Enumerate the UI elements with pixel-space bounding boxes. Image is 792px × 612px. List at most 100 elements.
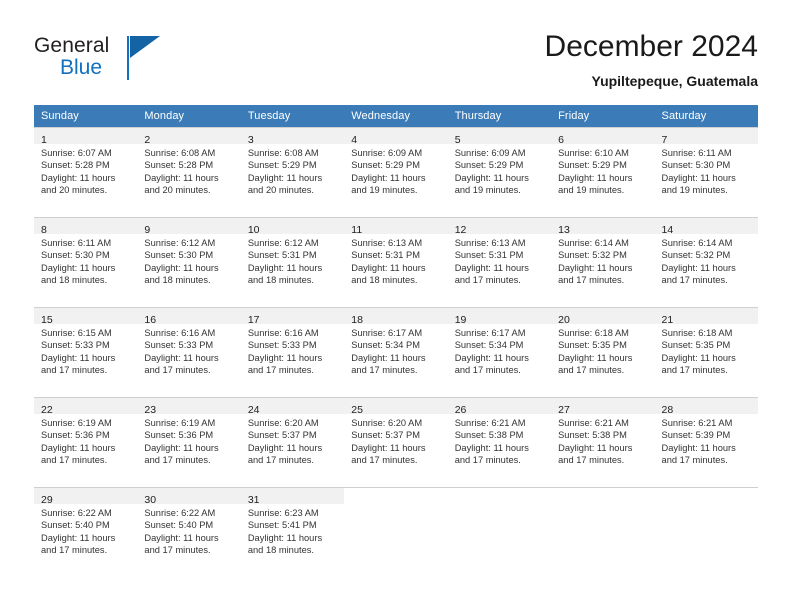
day-cell[interactable]: 23 Sunrise: 6:19 AM Sunset: 5:36 PM Dayligh… xyxy=(137,397,241,487)
weekday-header-friday: Friday xyxy=(551,105,655,127)
weekday-header-monday: Monday xyxy=(137,105,241,127)
day-sun-info: Sunrise: 6:21 AM Sunset: 5:38 PM Daylight:… xyxy=(551,414,654,467)
day-number-band: 12 xyxy=(447,218,552,236)
daylight-text-line1: Daylight: 11 hours xyxy=(351,442,426,453)
sunset-text: Sunset: 5:32 PM xyxy=(558,250,627,261)
sunrise-text: Sunrise: 6:22 AM xyxy=(144,508,216,518)
day-cell[interactable]: 18 Sunrise: 6:17 AM Sunset: 5:34 PM Dayligh… xyxy=(344,307,448,397)
day-cell[interactable]: 17 Sunrise: 6:16 AM Sunset: 5:33 PM Dayligh… xyxy=(240,307,345,397)
day-number-band: 26 xyxy=(447,398,552,416)
day-sun-info: Sunrise: 6:23 AM Sunset: 5:41 PM Daylight:… xyxy=(241,504,344,557)
calendar-cell xyxy=(654,487,758,577)
daylight-text-line2: and 18 minutes. xyxy=(247,545,314,556)
day-cell[interactable]: 22 Sunrise: 6:19 AM Sunset: 5:36 PM Dayligh… xyxy=(34,397,138,487)
day-cell[interactable]: 14 Sunrise: 6:14 AM Sunset: 5:32 PM Dayligh… xyxy=(654,217,758,307)
weekday-header-tuesday: Tuesday xyxy=(240,105,345,127)
day-number: 6 xyxy=(558,134,564,146)
sunrise-text: Sunrise: 6:14 AM xyxy=(661,238,733,248)
sunset-text: Sunset: 5:28 PM xyxy=(41,160,110,171)
day-cell[interactable]: 25 Sunrise: 6:20 AM Sunset: 5:37 PM Dayligh… xyxy=(344,397,448,487)
sunrise-text: Sunrise: 6:12 AM xyxy=(247,238,319,248)
daylight-text-line1: Daylight: 11 hours xyxy=(661,442,736,453)
day-cell[interactable]: 30 Sunrise: 6:22 AM Sunset: 5:40 PM Dayligh… xyxy=(137,487,241,577)
calendar-cell: 20 Sunrise: 6:18 AM Sunset: 5:35 PM Dayligh… xyxy=(551,307,655,397)
day-cell[interactable]: 20 Sunrise: 6:18 AM Sunset: 5:35 PM Dayligh… xyxy=(551,307,655,397)
day-cell[interactable]: 13 Sunrise: 6:14 AM Sunset: 5:32 PM Dayligh… xyxy=(551,217,655,307)
day-number-band: 25 xyxy=(344,398,448,416)
day-cell[interactable]: 15 Sunrise: 6:15 AM Sunset: 5:33 PM Dayligh… xyxy=(34,307,138,397)
calendar-week-row: 15 Sunrise: 6:15 AM Sunset: 5:33 PM Dayligh… xyxy=(34,307,758,397)
day-cell[interactable]: 21 Sunrise: 6:18 AM Sunset: 5:35 PM Dayligh… xyxy=(654,307,758,397)
day-cell[interactable]: 12 Sunrise: 6:13 AM Sunset: 5:31 PM Dayligh… xyxy=(447,217,552,307)
day-sun-info: Sunrise: 6:12 AM Sunset: 5:31 PM Daylight:… xyxy=(241,234,344,287)
logo-vertical-bar xyxy=(127,36,129,80)
daylight-text-line1: Daylight: 11 hours xyxy=(41,352,116,363)
calendar-cell: 30 Sunrise: 6:22 AM Sunset: 5:40 PM Dayligh… xyxy=(137,487,241,577)
daylight-text-line2: and 20 minutes. xyxy=(247,185,314,196)
day-cell[interactable]: 2 Sunrise: 6:08 AM Sunset: 5:28 PM Daylight… xyxy=(137,127,241,217)
calendar-cell: 8 Sunrise: 6:11 AM Sunset: 5:30 PM Daylight… xyxy=(34,217,138,307)
day-cell[interactable]: 7 Sunrise: 6:11 AM Sunset: 5:30 PM Daylight… xyxy=(654,127,758,217)
day-cell[interactable]: 3 Sunrise: 6:08 AM Sunset: 5:29 PM Daylight… xyxy=(240,127,345,217)
daylight-text-line2: and 17 minutes. xyxy=(41,455,108,466)
day-cell[interactable]: 11 Sunrise: 6:13 AM Sunset: 5:31 PM Dayligh… xyxy=(344,217,448,307)
sunrise-text: Sunrise: 6:09 AM xyxy=(351,148,423,158)
day-number-band: 13 xyxy=(551,218,655,236)
daylight-text-line1: Daylight: 11 hours xyxy=(144,442,219,453)
day-cell[interactable]: 26 Sunrise: 6:21 AM Sunset: 5:38 PM Dayligh… xyxy=(447,397,552,487)
calendar-cell: 19 Sunrise: 6:17 AM Sunset: 5:34 PM Dayligh… xyxy=(447,307,552,397)
daylight-text-line1: Daylight: 11 hours xyxy=(454,442,529,453)
day-number-band: 19 xyxy=(447,308,552,326)
day-number-band: 18 xyxy=(344,308,448,326)
day-number: 28 xyxy=(661,404,674,416)
page-subtitle: Yupiltepeque, Guatemala xyxy=(591,73,759,89)
day-cell[interactable]: 27 Sunrise: 6:21 AM Sunset: 5:38 PM Dayligh… xyxy=(551,397,655,487)
day-cell[interactable]: 28 Sunrise: 6:21 AM Sunset: 5:39 PM Dayligh… xyxy=(654,397,758,487)
daylight-text-line2: and 18 minutes. xyxy=(351,275,418,286)
day-cell[interactable]: 1 Sunrise: 6:07 AM Sunset: 5:28 PM Daylight… xyxy=(34,127,138,217)
sunrise-text: Sunrise: 6:08 AM xyxy=(144,148,216,158)
day-number: 16 xyxy=(144,314,157,326)
day-cell[interactable]: 8 Sunrise: 6:11 AM Sunset: 5:30 PM Daylight… xyxy=(34,217,138,307)
day-cell[interactable]: 6 Sunrise: 6:10 AM Sunset: 5:29 PM Daylight… xyxy=(551,127,655,217)
day-cell[interactable]: 16 Sunrise: 6:16 AM Sunset: 5:33 PM Dayligh… xyxy=(137,307,241,397)
calendar-cell: 1 Sunrise: 6:07 AM Sunset: 5:28 PM Daylight… xyxy=(34,127,138,217)
sunset-text: Sunset: 5:31 PM xyxy=(454,250,524,261)
day-number-band: 23 xyxy=(137,398,241,416)
day-cell[interactable]: 5 Sunrise: 6:09 AM Sunset: 5:29 PM Daylight… xyxy=(447,127,552,217)
calendar-week-row: 29 Sunrise: 6:22 AM Sunset: 5:40 PM Dayligh… xyxy=(34,487,758,577)
daylight-text-line1: Daylight: 11 hours xyxy=(661,172,736,183)
daylight-text-line1: Daylight: 11 hours xyxy=(661,262,736,273)
day-sun-info: Sunrise: 6:22 AM Sunset: 5:40 PM Daylight:… xyxy=(34,504,137,557)
sunrise-text: Sunrise: 6:21 AM xyxy=(661,418,733,428)
day-sun-info: Sunrise: 6:07 AM Sunset: 5:28 PM Daylight:… xyxy=(34,144,137,197)
daylight-text-line1: Daylight: 11 hours xyxy=(247,172,323,183)
calendar-cell: 17 Sunrise: 6:16 AM Sunset: 5:33 PM Dayligh… xyxy=(240,307,345,397)
day-number: 25 xyxy=(351,404,363,416)
generalblue-logo[interactable]: General Blue xyxy=(34,34,174,90)
day-cell[interactable]: 19 Sunrise: 6:17 AM Sunset: 5:34 PM Dayligh… xyxy=(447,307,552,397)
sunset-text: Sunset: 5:37 PM xyxy=(351,430,420,441)
day-number: 7 xyxy=(661,134,668,146)
calendar-cell: 24 Sunrise: 6:20 AM Sunset: 5:37 PM Dayligh… xyxy=(240,397,345,487)
day-cell[interactable]: 29 Sunrise: 6:22 AM Sunset: 5:40 PM Dayligh… xyxy=(34,487,138,577)
sunset-text: Sunset: 5:34 PM xyxy=(454,340,524,351)
weekday-header-saturday: Saturday xyxy=(654,105,758,127)
day-cell[interactable]: 31 Sunrise: 6:23 AM Sunset: 5:41 PM Dayligh… xyxy=(240,487,345,577)
daylight-text-line1: Daylight: 11 hours xyxy=(144,532,219,543)
day-cell-empty xyxy=(447,487,552,577)
day-number: 19 xyxy=(454,314,467,326)
day-number-band: 11 xyxy=(344,218,448,236)
day-number: 20 xyxy=(558,314,570,326)
day-number-band xyxy=(344,488,447,504)
day-cell[interactable]: 9 Sunrise: 6:12 AM Sunset: 5:30 PM Daylight… xyxy=(137,217,241,307)
calendar-cell: 22 Sunrise: 6:19 AM Sunset: 5:36 PM Dayligh… xyxy=(34,397,138,487)
daylight-text-line1: Daylight: 11 hours xyxy=(144,172,219,183)
daylight-text-line2: and 20 minutes. xyxy=(41,185,108,196)
day-number-band: 17 xyxy=(240,308,345,326)
day-cell[interactable]: 4 Sunrise: 6:09 AM Sunset: 5:29 PM Daylight… xyxy=(344,127,448,217)
day-sun-info: Sunrise: 6:10 AM Sunset: 5:29 PM Daylight:… xyxy=(551,144,654,197)
day-cell[interactable]: 10 Sunrise: 6:12 AM Sunset: 5:31 PM Dayligh… xyxy=(240,217,345,307)
day-number-band: 1 xyxy=(34,128,138,146)
day-cell[interactable]: 24 Sunrise: 6:20 AM Sunset: 5:37 PM Dayligh… xyxy=(240,397,345,487)
